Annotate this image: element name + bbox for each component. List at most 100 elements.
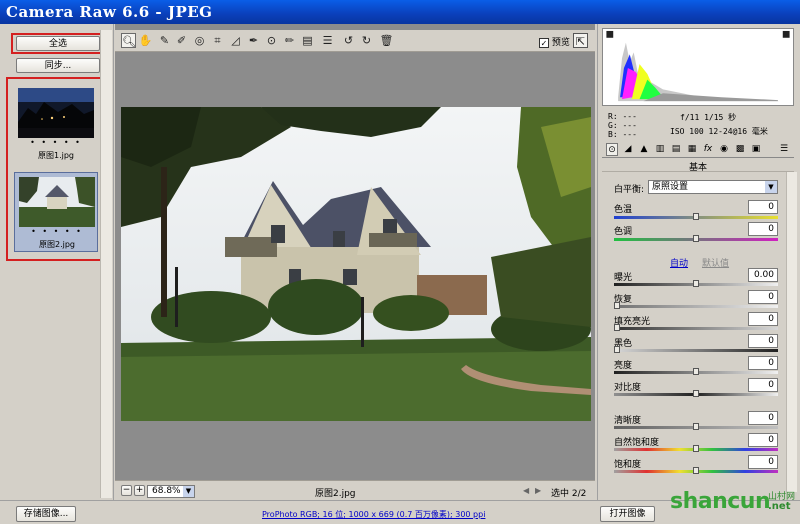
zoom-out-button[interactable]: − — [121, 485, 132, 496]
slider-1-track[interactable] — [614, 235, 778, 242]
trash-icon[interactable]: 🗑︎ — [379, 33, 394, 48]
slider-10-track[interactable] — [614, 467, 778, 474]
slider-10-value[interactable]: 0 — [748, 455, 778, 469]
tab-lens[interactable]: ▦ — [686, 143, 698, 156]
highlight-clipping-icon — [782, 30, 790, 38]
slider-3-value[interactable]: 0 — [748, 290, 778, 304]
spot-removal-icon[interactable]: ✒ — [246, 33, 261, 48]
sync-button[interactable]: 同步... — [16, 58, 100, 73]
select-all-button[interactable]: 全选 — [16, 36, 100, 51]
zoom-value: 68.8% — [152, 486, 181, 496]
default-link[interactable]: 默认值 — [702, 256, 729, 269]
slider-6-value[interactable]: 0 — [748, 356, 778, 370]
slider-6-track[interactable] — [614, 368, 778, 375]
zoom-icon[interactable]: 🔍︎ — [121, 33, 136, 48]
panel-menu-icon[interactable]: ☰ — [778, 143, 790, 156]
open-image-button[interactable]: 打开图像 — [600, 506, 655, 522]
adjustment-brush-icon[interactable]: ✏ — [282, 33, 297, 48]
filmstrip-panel: 全选 同步... • • • • • 原图1.jpg • • • • • 原图2… — [0, 24, 114, 500]
slider-1-value[interactable]: 0 — [748, 222, 778, 236]
slider-0-value[interactable]: 0 — [748, 200, 778, 214]
histogram — [602, 28, 794, 106]
slider-3-knob[interactable] — [614, 302, 620, 309]
slider-0-track[interactable] — [614, 213, 778, 220]
crop-icon[interactable]: ⌗ — [210, 33, 225, 48]
slider-8-knob[interactable] — [693, 423, 699, 430]
preview-area: 🔍︎ ✋ ✎ ✐ ◎ ⌗ ◿ ✒ ⊙ ✏ ▤ ☰ ↺ ↻ 🗑︎ ✓ 预览 ⇱ −… — [115, 24, 595, 500]
rotate-left-icon[interactable]: ↺ — [341, 33, 356, 48]
white-balance-icon[interactable]: ✎ — [157, 33, 172, 48]
window-title-bar: Camera Raw 6.6 - JPEG — [0, 0, 800, 24]
preferences-icon[interactable]: ☰ — [320, 33, 335, 48]
panel-title: 基本 — [602, 160, 794, 173]
thumbnail-1[interactable]: • • • • • 原图1.jpg — [14, 84, 98, 164]
color-sampler-icon[interactable]: ✐ — [174, 33, 189, 48]
workflow-options-link[interactable]: ProPhoto RGB; 16 位; 1000 x 669 (0.7 百万像素… — [262, 509, 485, 520]
tab-basic[interactable]: ⊙ — [606, 143, 618, 156]
tab-presets[interactable]: ▩ — [734, 143, 746, 156]
slider-4-track[interactable] — [614, 324, 778, 331]
exif-aperture: f/11 1/15 秒 — [680, 113, 737, 122]
zoom-select[interactable]: 68.8% ▼ — [147, 485, 195, 498]
slider-9-track[interactable] — [614, 445, 778, 452]
slider-10-knob[interactable] — [693, 467, 699, 474]
slider-2-track[interactable] — [614, 280, 778, 287]
slider-7-value[interactable]: 0 — [748, 378, 778, 392]
hand-icon[interactable]: ✋ — [138, 33, 153, 48]
slider-2-value[interactable]: 0.00 — [748, 268, 778, 282]
preview-checkbox-box[interactable]: ✓ — [539, 37, 549, 48]
slider-6-label: 亮度 — [614, 361, 633, 371]
slider-8-value[interactable]: 0 — [748, 411, 778, 425]
slider-4-value[interactable]: 0 — [748, 312, 778, 326]
auto-link[interactable]: 自动 — [670, 256, 688, 269]
tab-effects[interactable]: fx — [702, 143, 714, 156]
next-image-icon[interactable]: ▶ — [535, 486, 541, 495]
slider-7-knob[interactable] — [693, 390, 699, 397]
white-balance-value: 原照设置 — [652, 182, 689, 192]
adjustments-panel: R: --- G: --- B: --- f/11 1/15 秒 ISO 100… — [597, 24, 800, 500]
thumbnail-2-filename: 原图2.jpg — [38, 240, 75, 249]
slider-0-knob[interactable] — [693, 213, 699, 220]
zoom-in-button[interactable]: + — [134, 485, 145, 496]
bottom-bar: 存储图像... ProPhoto RGB; 16 位; 1000 x 669 (… — [0, 489, 800, 524]
tab-tone-curve[interactable]: ◢ — [622, 143, 634, 156]
target-adjust-icon[interactable]: ◎ — [192, 33, 207, 48]
tab-camera-calibration[interactable]: ◉ — [718, 143, 730, 156]
slider-5-track[interactable] — [614, 346, 778, 353]
preview-image — [121, 107, 591, 421]
red-eye-icon[interactable]: ⊙ — [264, 33, 279, 48]
thumbnail-1-rating[interactable]: • • • • • — [14, 138, 98, 147]
toolbar: 🔍︎ ✋ ✎ ✐ ◎ ⌗ ◿ ✒ ⊙ ✏ ▤ ☰ ↺ ↻ 🗑︎ ✓ 预览 ⇱ — [115, 30, 595, 52]
tab-hsl[interactable]: ▥ — [654, 143, 666, 156]
tab-split-toning[interactable]: ▤ — [670, 143, 682, 156]
preview-checkbox[interactable]: ✓ 预览 — [539, 35, 570, 48]
slider-6-knob[interactable] — [693, 368, 699, 375]
prev-image-icon[interactable]: ◀ — [523, 486, 529, 495]
chevron-down-icon: ▼ — [765, 181, 777, 193]
slider-8-track[interactable] — [614, 423, 778, 430]
fullscreen-icon[interactable]: ⇱ — [573, 33, 588, 48]
graduated-filter-icon[interactable]: ▤ — [300, 33, 315, 48]
slider-4-knob[interactable] — [614, 324, 620, 331]
slider-9-label: 自然饱和度 — [614, 438, 660, 448]
slider-5-value[interactable]: 0 — [748, 334, 778, 348]
thumbnail-2-rating[interactable]: • • • • • — [15, 227, 99, 236]
shadow-clipping-icon — [606, 30, 614, 38]
rotate-right-icon[interactable]: ↻ — [359, 33, 374, 48]
slider-9-knob[interactable] — [693, 445, 699, 452]
save-image-button[interactable]: 存储图像... — [16, 506, 76, 522]
slider-7-track[interactable] — [614, 390, 778, 397]
slider-9-value[interactable]: 0 — [748, 433, 778, 447]
filmstrip-scrollbar[interactable] — [100, 30, 112, 498]
slider-2-knob[interactable] — [693, 280, 699, 287]
selection-count: 选中 2/2 — [551, 489, 587, 499]
slider-5-knob[interactable] — [614, 346, 620, 353]
thumbnail-2[interactable]: • • • • • 原图2.jpg — [14, 172, 98, 252]
slider-1-knob[interactable] — [693, 235, 699, 242]
straighten-icon[interactable]: ◿ — [228, 33, 243, 48]
white-balance-select[interactable]: 原照设置 ▼ — [648, 180, 778, 194]
tab-snapshots[interactable]: ▣ — [750, 143, 762, 156]
slider-3-track[interactable] — [614, 302, 778, 309]
tab-detail[interactable]: ▲ — [638, 143, 650, 156]
panel-scrollbar[interactable] — [786, 172, 797, 492]
